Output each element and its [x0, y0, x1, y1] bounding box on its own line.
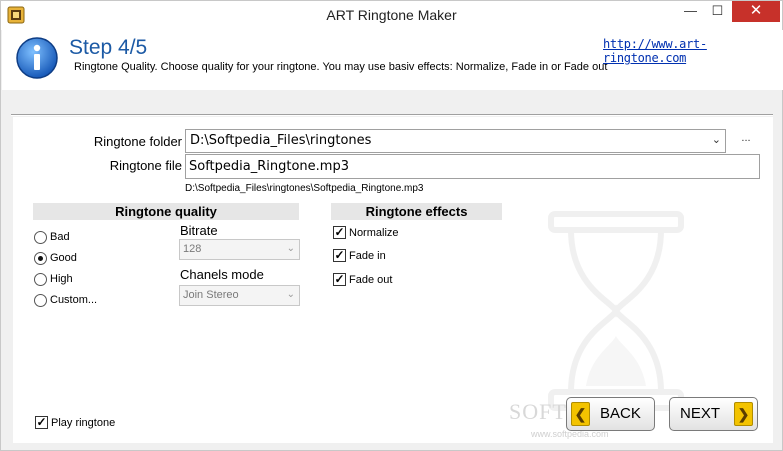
- title-bar: ART Ringtone Maker — ☐ ✕: [1, 1, 782, 30]
- minimize-button[interactable]: —: [677, 1, 704, 22]
- back-button[interactable]: ❮ BACK: [566, 397, 655, 431]
- check-icon[interactable]: ✓: [333, 249, 346, 262]
- quality-heading: Ringtone quality: [33, 203, 299, 220]
- next-button[interactable]: NEXT ❯: [669, 397, 758, 431]
- bitrate-select: 128 ⌄: [179, 239, 300, 260]
- website-link[interactable]: http://www.art-ringtone.com: [603, 37, 783, 65]
- chevron-down-icon: ⌄: [286, 243, 295, 254]
- ringtone-file-label: Ringtone file: [109, 158, 182, 173]
- effects-heading: Ringtone effects: [331, 203, 502, 220]
- radio-button[interactable]: [34, 294, 47, 307]
- full-path-text: D:\Softpedia_Files\ringtones\Softpedia_R…: [185, 183, 424, 194]
- channels-select: Join Stereo ⌄: [179, 285, 300, 306]
- radio-button[interactable]: [34, 273, 47, 286]
- maximize-button[interactable]: ☐: [704, 1, 731, 22]
- hourglass-icon: [548, 211, 684, 411]
- chevron-down-icon: ⌄: [286, 289, 295, 300]
- ringtone-folder-label: Ringtone folder: [93, 134, 182, 149]
- channels-label: Chanels mode: [180, 267, 264, 282]
- info-icon: [16, 37, 58, 79]
- ringtone-file-input[interactable]: Softpedia_Ringtone.mp3: [185, 154, 760, 179]
- radio-button[interactable]: [34, 231, 47, 244]
- chevron-down-icon[interactable]: ⌄: [712, 133, 721, 146]
- check-icon[interactable]: ✓: [333, 273, 346, 286]
- check-icon[interactable]: ✓: [333, 226, 346, 239]
- chevron-right-icon: ❯: [734, 402, 753, 426]
- bitrate-label: Bitrate: [180, 223, 218, 238]
- browse-folder-button[interactable]: ...: [735, 132, 757, 150]
- window-title: ART Ringtone Maker: [326, 7, 457, 23]
- check-icon[interactable]: ✓: [35, 416, 48, 429]
- chevron-left-icon: ❮: [571, 402, 590, 426]
- app-window: ART Ringtone Maker — ☐ ✕ Step 4/5 Ringto…: [0, 0, 783, 451]
- radio-button-selected[interactable]: [34, 252, 47, 265]
- ringtone-folder-select[interactable]: D:\Softpedia_Files\ringtones ⌄: [185, 129, 726, 153]
- close-button[interactable]: ✕: [732, 1, 780, 22]
- ringtone-folder-value: D:\Softpedia_Files\ringtones: [190, 133, 372, 148]
- step-title: Step 4/5: [69, 36, 148, 59]
- wizard-header: Step 4/5 Ringtone Quality. Choose qualit…: [2, 30, 783, 90]
- step-description: Ringtone Quality. Choose quality for you…: [74, 61, 608, 73]
